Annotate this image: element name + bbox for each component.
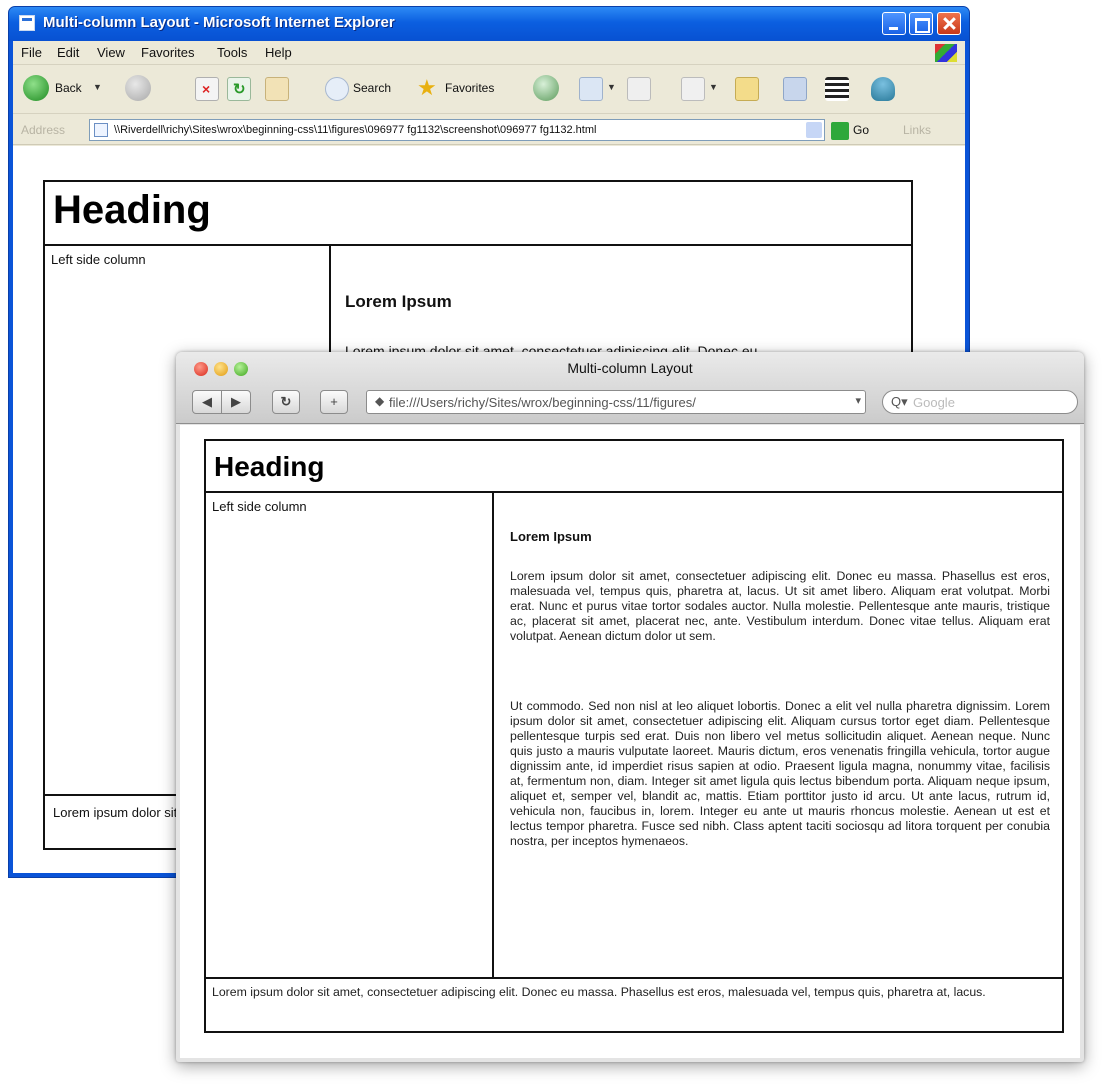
- url-field[interactable]: ◆ file:///Users/richy/Sites/wrox/beginni…: [366, 390, 866, 414]
- favorites-star-icon[interactable]: ★: [417, 77, 441, 101]
- menu-help[interactable]: Help: [265, 45, 292, 60]
- page-layout: Heading Left side column Lorem Ipsum Lor…: [204, 439, 1064, 1033]
- search-button-label[interactable]: Search: [353, 81, 391, 95]
- folder-icon[interactable]: [735, 77, 759, 101]
- edit-dropdown-icon[interactable]: ▼: [709, 82, 718, 92]
- heading-cell: Heading: [45, 182, 911, 246]
- go-button[interactable]: Go: [853, 123, 869, 137]
- main-title: Lorem Ipsum: [345, 292, 452, 311]
- page-heading: Heading: [53, 188, 211, 232]
- stop-icon[interactable]: ×: [195, 77, 219, 101]
- address-dropdown-icon[interactable]: [806, 122, 822, 138]
- messenger-icon[interactable]: [871, 77, 895, 101]
- back-button[interactable]: ◀: [192, 390, 222, 414]
- print-icon[interactable]: [627, 77, 651, 101]
- research-icon[interactable]: [825, 77, 849, 101]
- edit-icon[interactable]: [681, 77, 705, 101]
- back-button-label[interactable]: Back: [55, 81, 82, 95]
- left-column-label: Left side column: [212, 499, 307, 514]
- ie-app-icon: [19, 15, 35, 31]
- address-text[interactable]: \\Riverdell\richy\Sites\wrox\beginning-c…: [114, 124, 596, 136]
- favorites-button-label[interactable]: Favorites: [445, 81, 494, 95]
- menu-edit[interactable]: Edit: [57, 45, 79, 60]
- ie-titlebar[interactable]: Multi-column Layout - Microsoft Internet…: [9, 7, 969, 41]
- forward-button[interactable]: ▶: [221, 390, 251, 414]
- main-paragraph-1: Lorem ipsum dolor sit amet, consectetuer…: [510, 569, 1050, 643]
- menu-favorites[interactable]: Favorites: [141, 45, 194, 60]
- address-field[interactable]: \\Riverdell\richy\Sites\wrox\beginning-c…: [89, 119, 825, 141]
- left-column-label: Left side column: [51, 252, 146, 267]
- home-icon[interactable]: [265, 77, 289, 101]
- history-icon[interactable]: [533, 75, 559, 101]
- url-dropdown-icon[interactable]: ▾: [855, 394, 861, 407]
- close-button[interactable]: [937, 12, 961, 35]
- ie-address-bar: Address \\Riverdell\richy\Sites\wrox\beg…: [13, 115, 965, 145]
- page-heading: Heading: [214, 451, 325, 482]
- windows-logo-icon: [935, 44, 957, 62]
- ie-toolbar: Back ▼ × ↻ Search ★ Favorites ▼ ▼: [13, 66, 965, 114]
- messenger-window-icon[interactable]: [783, 77, 807, 101]
- menu-tools[interactable]: Tools: [217, 45, 247, 60]
- safari-toolbar: Multi-column Layout ◀ ▶ ↻ + ◆ file:///Us…: [176, 352, 1084, 424]
- back-arrow-icon[interactable]: [23, 75, 49, 101]
- search-icon[interactable]: [325, 77, 349, 101]
- menu-file[interactable]: File: [21, 45, 42, 60]
- main-title: Lorem Ipsum: [510, 529, 592, 544]
- footer: Lorem ipsum dolor sit amet, consectetuer…: [206, 977, 1062, 1031]
- mail-dropdown-icon[interactable]: ▼: [607, 82, 616, 92]
- ie-menubar: File Edit View Favorites Tools Help: [13, 41, 965, 65]
- minimize-button[interactable]: [882, 12, 906, 35]
- heading-cell: Heading: [206, 441, 1062, 493]
- forward-arrow-icon[interactable]: [125, 75, 151, 101]
- page-icon: [94, 123, 108, 137]
- footer-text: Lorem ipsum dolor sit amet, consectetuer…: [212, 985, 986, 999]
- left-column: Left side column: [206, 493, 494, 979]
- refresh-icon[interactable]: ↻: [227, 77, 251, 101]
- search-field[interactable]: Q▾ Google: [882, 390, 1078, 414]
- links-label[interactable]: Links: [903, 123, 931, 137]
- search-placeholder: Google: [913, 395, 955, 410]
- safari-window-title: Multi-column Layout: [567, 360, 693, 376]
- maximize-button[interactable]: [909, 12, 933, 35]
- url-text[interactable]: file:///Users/richy/Sites/wrox/beginning…: [389, 395, 849, 410]
- reload-button[interactable]: ↻: [272, 390, 300, 414]
- search-icon[interactable]: Q▾: [891, 394, 908, 410]
- mail-icon[interactable]: [579, 77, 603, 101]
- page-icon: ◆: [375, 394, 385, 408]
- main-paragraph-2: Ut commodo. Sed non nisl at leo aliquet …: [510, 699, 1050, 848]
- go-arrow-icon[interactable]: [831, 122, 849, 140]
- menu-view[interactable]: View: [97, 45, 125, 60]
- address-label: Address: [21, 123, 66, 137]
- safari-page-content: Heading Left side column Lorem Ipsum Lor…: [180, 425, 1080, 1058]
- safari-window: Multi-column Layout ◀ ▶ ↻ + ◆ file:///Us…: [176, 352, 1084, 1062]
- add-bookmark-button[interactable]: +: [320, 390, 348, 414]
- main-column: Lorem Ipsum Lorem ipsum dolor sit amet, …: [494, 493, 1062, 979]
- ie-window-title: Multi-column Layout - Microsoft Internet…: [43, 14, 395, 31]
- back-dropdown-icon[interactable]: ▼: [93, 82, 102, 92]
